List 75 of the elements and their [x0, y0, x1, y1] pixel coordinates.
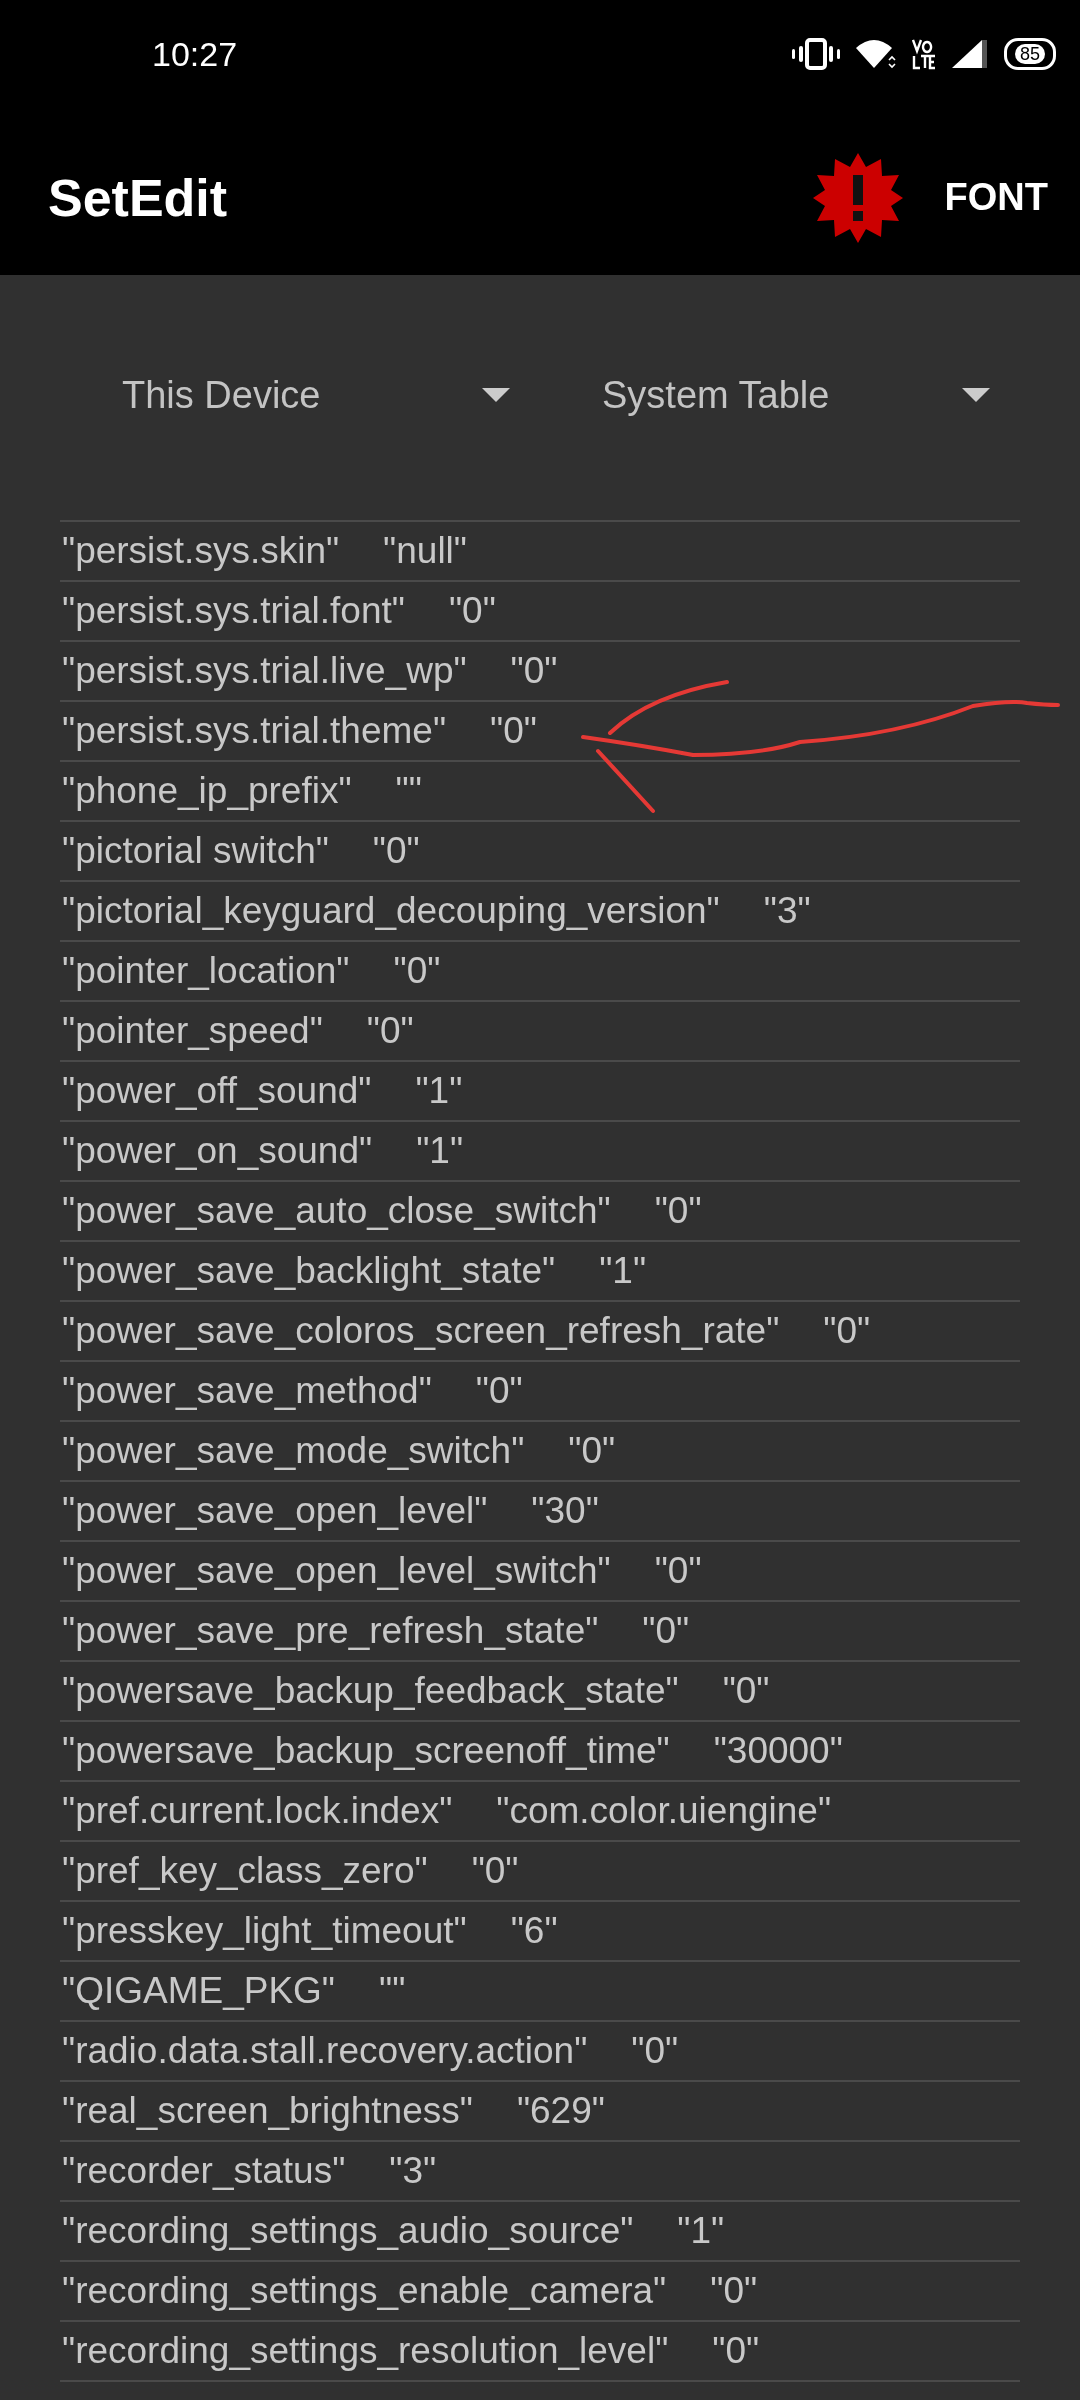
setting-key[interactable]: "pref.current.lock.index": [62, 1790, 453, 1832]
setting-key[interactable]: "power_save_backlight_state": [62, 1250, 556, 1292]
setting-key[interactable]: "recorder_status": [62, 2150, 346, 2192]
dropdown-arrow-icon: [482, 388, 510, 402]
setting-key[interactable]: "persist.sys.trial.font": [62, 590, 405, 632]
alert-icon[interactable]: [812, 152, 903, 243]
dropdown-arrow-icon: [962, 388, 990, 402]
setting-value[interactable]: "6": [510, 1910, 558, 1952]
dropdown[interactable]: System Table: [540, 365, 1020, 425]
setting-value[interactable]: "1": [415, 1070, 463, 1112]
setting-value[interactable]: "0": [490, 710, 537, 752]
wifi-icon: [856, 38, 896, 70]
setting-key[interactable]: "power_save_coloros_screen_refresh_rate": [62, 1310, 780, 1352]
setting-key[interactable]: "pictorial switch": [62, 830, 329, 872]
setting-value[interactable]: "629": [516, 2090, 605, 2132]
setting-value[interactable]: "": [379, 1970, 406, 2012]
setting-key[interactable]: "real_screen_brightness": [62, 2090, 473, 2132]
setting-value[interactable]: "0": [510, 650, 558, 692]
setting-key[interactable]: "pref_key_class_zero": [62, 1850, 428, 1892]
setting-value[interactable]: "1": [416, 1130, 464, 1172]
font-button[interactable]: FONT: [944, 176, 1048, 219]
setting-value[interactable]: "0": [366, 1010, 414, 1052]
setting-value[interactable]: "0": [710, 2270, 758, 2312]
setting-key[interactable]: "power_off_sound": [62, 1070, 372, 1112]
setting-value[interactable]: "30000": [713, 1730, 843, 1772]
setting-value[interactable]: "1": [599, 1250, 647, 1292]
dropdown[interactable]: This Device: [60, 365, 540, 425]
setting-value[interactable]: "0": [823, 1310, 871, 1352]
setting-key[interactable]: "recording_settings_audio_source": [62, 2210, 634, 2252]
setting-value[interactable]: "0": [722, 1670, 770, 1712]
setting-value[interactable]: "3": [389, 2150, 437, 2192]
setting-key[interactable]: "presskey_light_timeout": [62, 1910, 467, 1952]
setting-key[interactable]: "QIGAME_PKG": [62, 1970, 335, 2012]
setting-value[interactable]: "0": [475, 1370, 523, 1412]
setting-value[interactable]: "3": [763, 890, 811, 932]
setting-value[interactable]: "0": [654, 1550, 702, 1592]
setting-key[interactable]: "recording_settings_resolution_level": [62, 2330, 669, 2372]
setting-value[interactable]: "null": [383, 530, 467, 572]
setting-key[interactable]: "persist.sys.skin": [62, 530, 340, 572]
setting-value[interactable]: "": [395, 770, 422, 812]
setting-key[interactable]: "power_save_open_level": [62, 1490, 488, 1532]
setting-value[interactable]: "0": [471, 1850, 519, 1892]
signal-icon: [952, 38, 988, 70]
setting-value[interactable]: "0": [642, 1610, 690, 1652]
setting-key[interactable]: "radio.data.stall.recovery.action": [62, 2030, 588, 2072]
setting-key[interactable]: "power_save_open_level_switch": [62, 1550, 611, 1592]
setting-key[interactable]: "power_on_sound": [62, 1130, 373, 1172]
setting-value[interactable]: "com.color.uiengine": [496, 1790, 832, 1832]
app-title: SetEdit: [48, 167, 229, 228]
setting-key[interactable]: "powersave_backup_screenoff_time": [62, 1730, 670, 1772]
vibrate-icon: [792, 38, 840, 70]
setting-value[interactable]: "0": [372, 830, 420, 872]
setting-key[interactable]: "power_save_mode_switch": [62, 1430, 525, 1472]
setting-key[interactable]: "pointer_speed": [62, 1010, 323, 1052]
setting-key[interactable]: "power_save_pre_refresh_state": [62, 1610, 599, 1652]
setting-key[interactable]: "persist.sys.trial.theme": [62, 710, 447, 752]
setting-value[interactable]: "0": [654, 1190, 702, 1232]
setting-value[interactable]: "1": [677, 2210, 725, 2252]
setting-key[interactable]: "power_save_auto_close_switch": [62, 1190, 611, 1232]
setting-key[interactable]: "phone_ip_prefix": [62, 770, 352, 812]
setting-key[interactable]: "powersave_backup_feedback_state": [62, 1670, 679, 1712]
volte-icon: [912, 38, 936, 70]
setting-key[interactable]: "pictorial_keyguard_decouping_version": [62, 890, 720, 932]
setting-key[interactable]: "persist.sys.trial.live_wp": [62, 650, 467, 692]
setting-key[interactable]: "pointer_location": [62, 950, 350, 992]
setting-value[interactable]: "0": [393, 950, 441, 992]
setting-value[interactable]: "0": [712, 2330, 760, 2372]
setting-key[interactable]: "recording_settings_enable_camera": [62, 2270, 667, 2312]
battery-icon: 85: [1004, 38, 1056, 70]
setting-value[interactable]: "0": [631, 2030, 679, 2072]
setting-value[interactable]: "30": [531, 1490, 599, 1532]
setting-value[interactable]: "0": [568, 1430, 616, 1472]
status-time: 10:27: [152, 34, 238, 74]
setting-key[interactable]: "power_save_method": [62, 1370, 432, 1412]
setting-value[interactable]: "0": [448, 590, 496, 632]
